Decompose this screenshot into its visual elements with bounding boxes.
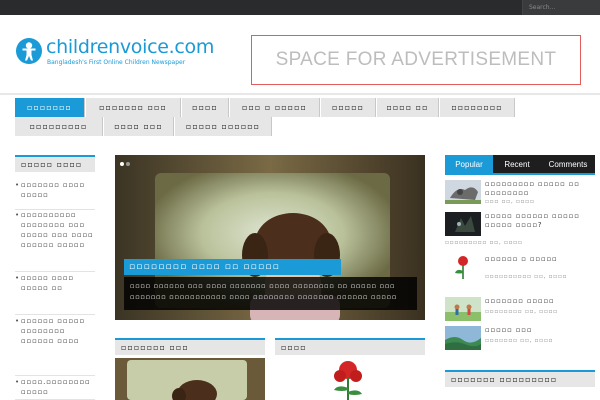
list-item[interactable]: ▫▫▫▫▫ ▫▫▫▫ ▫▫▫▫▫ ▫▫ [15,273,95,315]
popular-item[interactable]: ▫▫▫▫▫▫ ▫ ▫▫▫▫▫ ▫▫▫▫▫▫▫▫▫▫ ▫▫, ▫▫▫▫ [445,255,595,285]
article-thumbnail [445,297,481,321]
nav-item[interactable]: ▫▫▫▫ ▫▫▫ [104,117,174,136]
tab-recent[interactable]: Recent [493,155,541,175]
article-thumbnail [445,255,481,279]
nav-item[interactable]: ▫▫▫▫▫▫▫▫ [440,98,515,117]
nav-item[interactable]: ▫▫▫▫▫▫▫ ▫▫▫ [86,98,181,117]
section-heading: ▫▫▫▫▫▫▫ ▫▫▫▫▫▫▫▫▫ [445,370,595,387]
article-thumbnail [445,212,481,236]
section-heading: ▫▫▫▫▫▫▫ ▫▫▫ [115,338,265,355]
popular-item-title: ▫▫▫▫▫ ▫▫▫ [485,326,533,334]
popular-item-title: ▫▫▫▫▫▫▫ ▫▫▫▫▫ [485,297,555,305]
list-item[interactable]: ▫▫▫▫▫▫▫▫▫▫ ▫▫▫▫▫▫▫▫ ▫▫▫ ▫▫▫▫▫ ▫▫▫ ▫▫▫▫ ▫… [15,210,95,272]
nav-divider [0,93,600,95]
site-logo[interactable]: childrenvoice.com Bangladesh's First Onl… [16,36,216,72]
popular-item[interactable]: ▫▫▫▫▫▫▫▫▫ ▫▫▫▫▫ ▫▫ ▫▫▫▫▫▫▫▫ ▫▫▫ ▫▫, ▫▫▫▫ [445,180,595,210]
tab-popular[interactable]: Popular [445,155,493,175]
article-thumbnail[interactable] [115,358,265,400]
site-tagline: Bangladesh's First Online Children Newsp… [47,59,186,66]
advertisement-text: SPACE FOR ADVERTISEMENT [275,49,557,70]
nav-item[interactable]: ▫▫▫▫▫▫▫▫▫ [15,117,103,136]
list-item[interactable]: ▫▫▫▫▫▫▫ ▫▫▫▫ ▫▫▫▫▫ [15,180,95,210]
article-thumbnail [445,180,481,204]
article-thumbnail [445,326,481,350]
popular-item-date: ▫▫▫ ▫▫, ▫▫▫▫ [485,198,535,205]
popular-item-date: ▫▫▫▫▫▫▫ ▫▫, ▫▫▫▫ [485,337,554,344]
nav-item[interactable]: ▫▫▫ ▫ ▫▫▫▫▫ [230,98,320,117]
list-item[interactable]: ▫▫▫▫.▫▫▫▫▫▫▫▫ ▫▫▫▫▫ [15,377,95,400]
slider-dot-active[interactable] [120,162,124,166]
nav-item[interactable]: ▫▫▫▫▫ ▫▫▫▫▫▫ [175,117,272,136]
slider-dot[interactable] [126,162,130,166]
nav-item[interactable]: ▫▫▫▫ ▫▫ [377,98,439,117]
search-input[interactable]: Search... [522,0,600,15]
section-heading: ▫▫▫▫ [275,338,425,355]
popular-item-date: ▫▫▫▫▫▫▫▫▫ ▫▫, ▫▫▫▫ [445,239,523,246]
popular-item-date: ▫▫▫▫▫▫▫▫▫▫ ▫▫, ▫▫▫▫ [485,273,568,280]
featured-caption: ▫▫▫▫ ▫▫▫▫▫▫ ▫▫▫ ▫▫▫▫ ▫▫▫▫▫▫▫ ▫▫▫▫ ▫▫▫▫▫▫… [124,277,417,310]
popular-item-title: ▫▫▫▫▫▫ ▫ ▫▫▫▫▫ [485,255,558,263]
popular-item-title: ▫▫▫▫▫ ▫▫▫▫▫▫ ▫▫▫▫▫ ▫▫▫▫▫ ▫▫▫▫? [485,212,580,229]
left-section-heading: ▫▫▫▫▫ ▫▫▫▫ [15,155,95,172]
sidebar-tabs: Popular Recent Comments [445,155,595,175]
nav-item-home[interactable]: ▫▫▫▫▫▫▫ [15,98,85,117]
popular-item[interactable]: ▫▫▫▫▫▫▫ ▫▫▫▫▫ ▫▫▫▫▫▫▫▫ ▫▫, ▫▫▫▫ [445,297,595,327]
site-name: childrenvoice.com [46,36,215,58]
popular-item[interactable]: ▫▫▫▫▫ ▫▫▫▫▫▫ ▫▫▫▫▫ ▫▫▫▫▫ ▫▫▫▫? ▫▫▫▫▫▫▫▫▫… [445,212,595,246]
popular-item[interactable]: ▫▫▫▫▫ ▫▫▫ ▫▫▫▫▫▫▫ ▫▫, ▫▫▫▫ [445,326,595,356]
tab-comments[interactable]: Comments [541,155,595,175]
nav-item[interactable]: ▫▫▫▫ [182,98,229,117]
rose-image[interactable] [318,358,378,400]
popular-item-title: ▫▫▫▫▫▫▫▫▫ ▫▫▫▫▫ ▫▫ ▫▫▫▫▫▫▫▫ [485,180,580,197]
list-item[interactable]: ▫▫▫▫▫▫ ▫▫▫▫▫ ▫▫▫▫▫▫▫▫ ▫▫▫▫▫▫ ▫▫▫▫ [15,316,95,376]
child-logo-icon [16,38,42,64]
popular-item-date: ▫▫▫▫▫▫▫▫ ▫▫, ▫▫▫▫ [485,308,558,315]
top-bar: Search... [0,0,600,15]
nav-item[interactable]: ▫▫▫▫▫ [321,98,376,117]
featured-title[interactable]: ▫▫▫▫▫▫▫▫ ▫▫▫▫ ▫▫ ▫▫▫▫▫ [124,259,341,275]
advertisement-banner[interactable]: SPACE FOR ADVERTISEMENT [251,35,581,85]
